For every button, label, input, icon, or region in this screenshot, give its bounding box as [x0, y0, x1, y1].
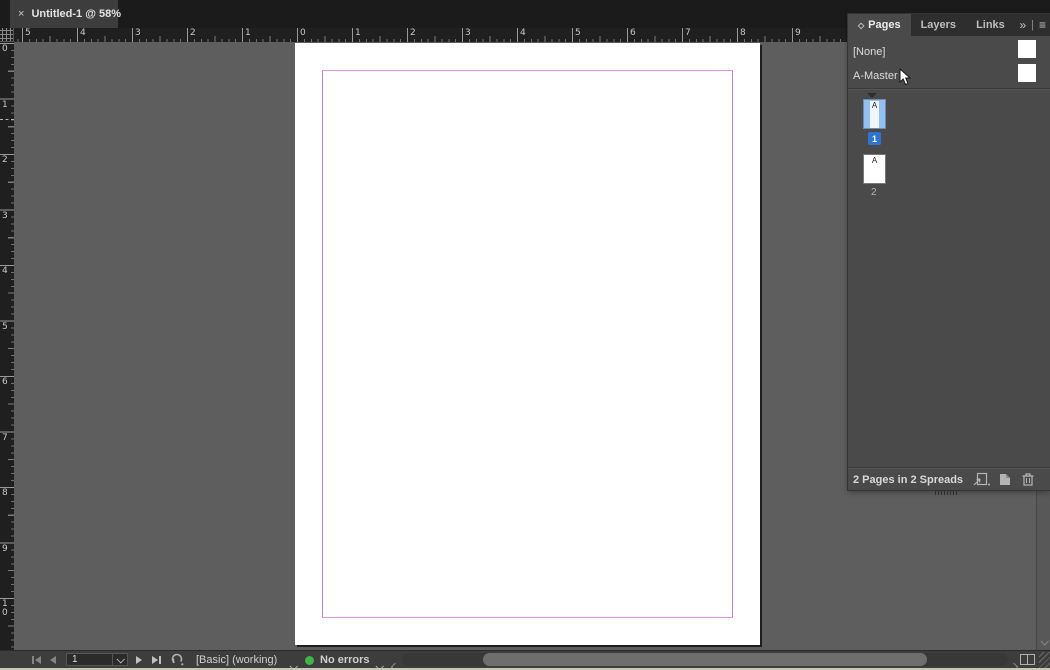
- ruler-label: 6: [2, 378, 11, 387]
- ruler-label: 7: [685, 29, 691, 38]
- mouse-cursor: [899, 68, 913, 91]
- page-number-label: 2: [871, 187, 877, 198]
- last-page-button[interactable]: [152, 651, 161, 668]
- ruler-label: 9: [2, 545, 11, 554]
- ruler-label: 7: [2, 434, 11, 443]
- window-resize-grip[interactable]: [1039, 652, 1050, 668]
- ruler-label: 2: [2, 156, 11, 165]
- preflight-profile-label: [Basic] (working): [196, 654, 277, 666]
- scroll-down-icon[interactable]: [1040, 637, 1048, 645]
- divider: |: [1031, 19, 1034, 31]
- document-title: Untitled-1 @ 58%: [31, 8, 121, 20]
- tab-pages[interactable]: ◇ Pages: [848, 14, 911, 36]
- panel-menu-icon[interactable]: ≡: [1039, 18, 1046, 32]
- vertical-ruler[interactable]: 0 1 2 3 4 5 6 7 8 9 10: [0, 42, 14, 650]
- ruler-label: 2: [410, 29, 416, 38]
- ruler-label: 4: [520, 29, 526, 38]
- ruler-inch-ticks: [0, 42, 14, 650]
- document-tab[interactable]: × Untitled-1 @ 58%: [10, 0, 118, 28]
- panel-controls: » | ≡: [1019, 14, 1046, 36]
- ruler-label: 3: [2, 212, 11, 221]
- ruler-label: 5: [575, 29, 581, 38]
- indesign-window: × Untitled-1 @ 58% 54321012345678910 012…: [0, 0, 1050, 670]
- master-letter: A: [870, 156, 879, 183]
- margin-guides: [322, 70, 733, 618]
- delete-page-icon[interactable]: [1021, 472, 1035, 492]
- horizontal-scrollbar[interactable]: [402, 653, 1008, 666]
- ruler-label: 3: [465, 29, 471, 38]
- page-thumbnail-2[interactable]: A: [863, 154, 886, 184]
- ruler-label: 5: [25, 29, 31, 38]
- ruler-label: 10: [2, 600, 11, 618]
- preflight-status-dot: [305, 656, 314, 665]
- ruler-label: 1: [245, 29, 251, 38]
- page-dropdown-button[interactable]: [112, 654, 127, 665]
- ruler-label: 4: [80, 29, 86, 38]
- master-thumbnail-none[interactable]: [1018, 40, 1036, 58]
- tab-layers[interactable]: Layers: [911, 14, 966, 36]
- next-page-button[interactable]: [136, 651, 142, 668]
- ruler-label: 5: [2, 323, 11, 332]
- pages-panel: ◇ Pages Layers Links » | ≡ [None] A-Mast…: [848, 14, 1050, 490]
- ruler-label: 0: [2, 45, 11, 54]
- pages-count-status: 2 Pages in 2 Spreads: [848, 474, 963, 486]
- ruler-label: 0: [300, 29, 306, 38]
- ruler-label: 3: [135, 29, 141, 38]
- ruler-label: 8: [2, 489, 11, 498]
- ruler-label: 2: [190, 29, 196, 38]
- panel-footer: 2 Pages in 2 Spreads: [848, 469, 1050, 490]
- page-number-value: 1: [67, 654, 112, 665]
- ruler-label: 1: [2, 101, 11, 110]
- master-letter: A: [870, 101, 879, 128]
- page-thumbnail-1[interactable]: A: [863, 99, 886, 129]
- page-number-badge: 1: [868, 132, 881, 145]
- master-thumbnail-a-master[interactable]: [1018, 64, 1036, 82]
- ruler-label: 4: [2, 267, 11, 276]
- horizontal-scrollbar-thumb[interactable]: [483, 653, 927, 666]
- tab-handle-icon: ◇: [858, 21, 864, 30]
- preflight-status-label: No errors: [320, 654, 370, 666]
- collapse-panel-icon[interactable]: »: [1019, 18, 1026, 32]
- first-page-button[interactable]: [32, 651, 41, 668]
- page-number-combobox[interactable]: 1: [66, 653, 128, 666]
- ruler-label: 9: [795, 29, 801, 38]
- pointer-position-marker: [0, 119, 14, 120]
- previous-page-button[interactable]: [50, 651, 56, 668]
- tab-links[interactable]: Links: [966, 14, 1015, 36]
- close-icon[interactable]: ×: [18, 9, 24, 20]
- status-bar: 1 [Basic] (working) No errors: [0, 650, 1050, 668]
- ruler-label: 1: [355, 29, 361, 38]
- panel-resize-grip[interactable]: [935, 490, 957, 495]
- panel-divider: [848, 88, 1050, 90]
- new-page-icon[interactable]: [998, 473, 1012, 491]
- document-page[interactable]: [295, 43, 760, 645]
- ruler-origin-corner[interactable]: [0, 28, 14, 42]
- ruler-label: 6: [630, 29, 636, 38]
- ruler-label: 8: [740, 29, 746, 38]
- spread-view-icon[interactable]: [1020, 654, 1035, 665]
- spread-marker-icon: [867, 93, 877, 98]
- edit-page-size-icon[interactable]: [973, 472, 993, 492]
